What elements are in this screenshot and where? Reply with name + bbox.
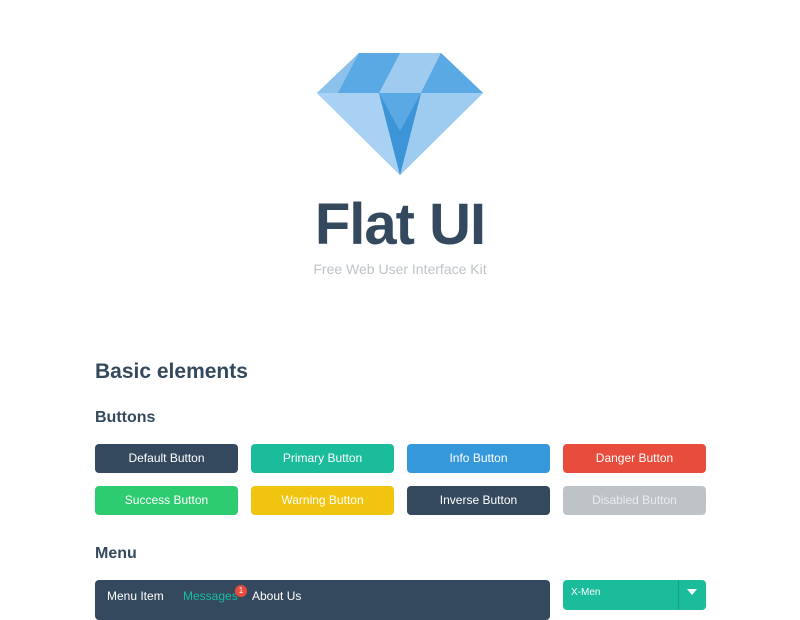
section-heading-basic: Basic elements (95, 360, 248, 383)
danger-button[interactable]: Danger Button (563, 444, 706, 473)
inverse-button[interactable]: Inverse Button (407, 486, 550, 515)
menu-item-messages[interactable]: Messages (183, 589, 238, 603)
page-subtitle: Free Web User Interface Kit (313, 261, 487, 277)
hero-select[interactable]: X-Men (563, 580, 706, 610)
section-heading-buttons: Buttons (95, 409, 156, 426)
section-heading-menu: Menu (95, 545, 137, 562)
success-button[interactable]: Success Button (95, 486, 238, 515)
menu-item-menu-item[interactable]: Menu Item (107, 589, 164, 603)
select-value: X-Men (571, 587, 601, 598)
caret-down-icon[interactable] (687, 589, 697, 595)
messages-badge: 1 (235, 585, 247, 597)
select-divider (678, 580, 679, 610)
warning-button[interactable]: Warning Button (251, 486, 394, 515)
page-title: Flat UI (314, 192, 486, 257)
disabled-button: Disabled Button (563, 486, 706, 515)
menu-item-about-us[interactable]: About Us (252, 589, 301, 603)
default-button[interactable]: Default Button (95, 444, 238, 473)
diamond-icon (317, 53, 483, 175)
navbar-menu: Menu Item Messages About Us (95, 580, 550, 620)
info-button[interactable]: Info Button (407, 444, 550, 473)
primary-button[interactable]: Primary Button (251, 444, 394, 473)
